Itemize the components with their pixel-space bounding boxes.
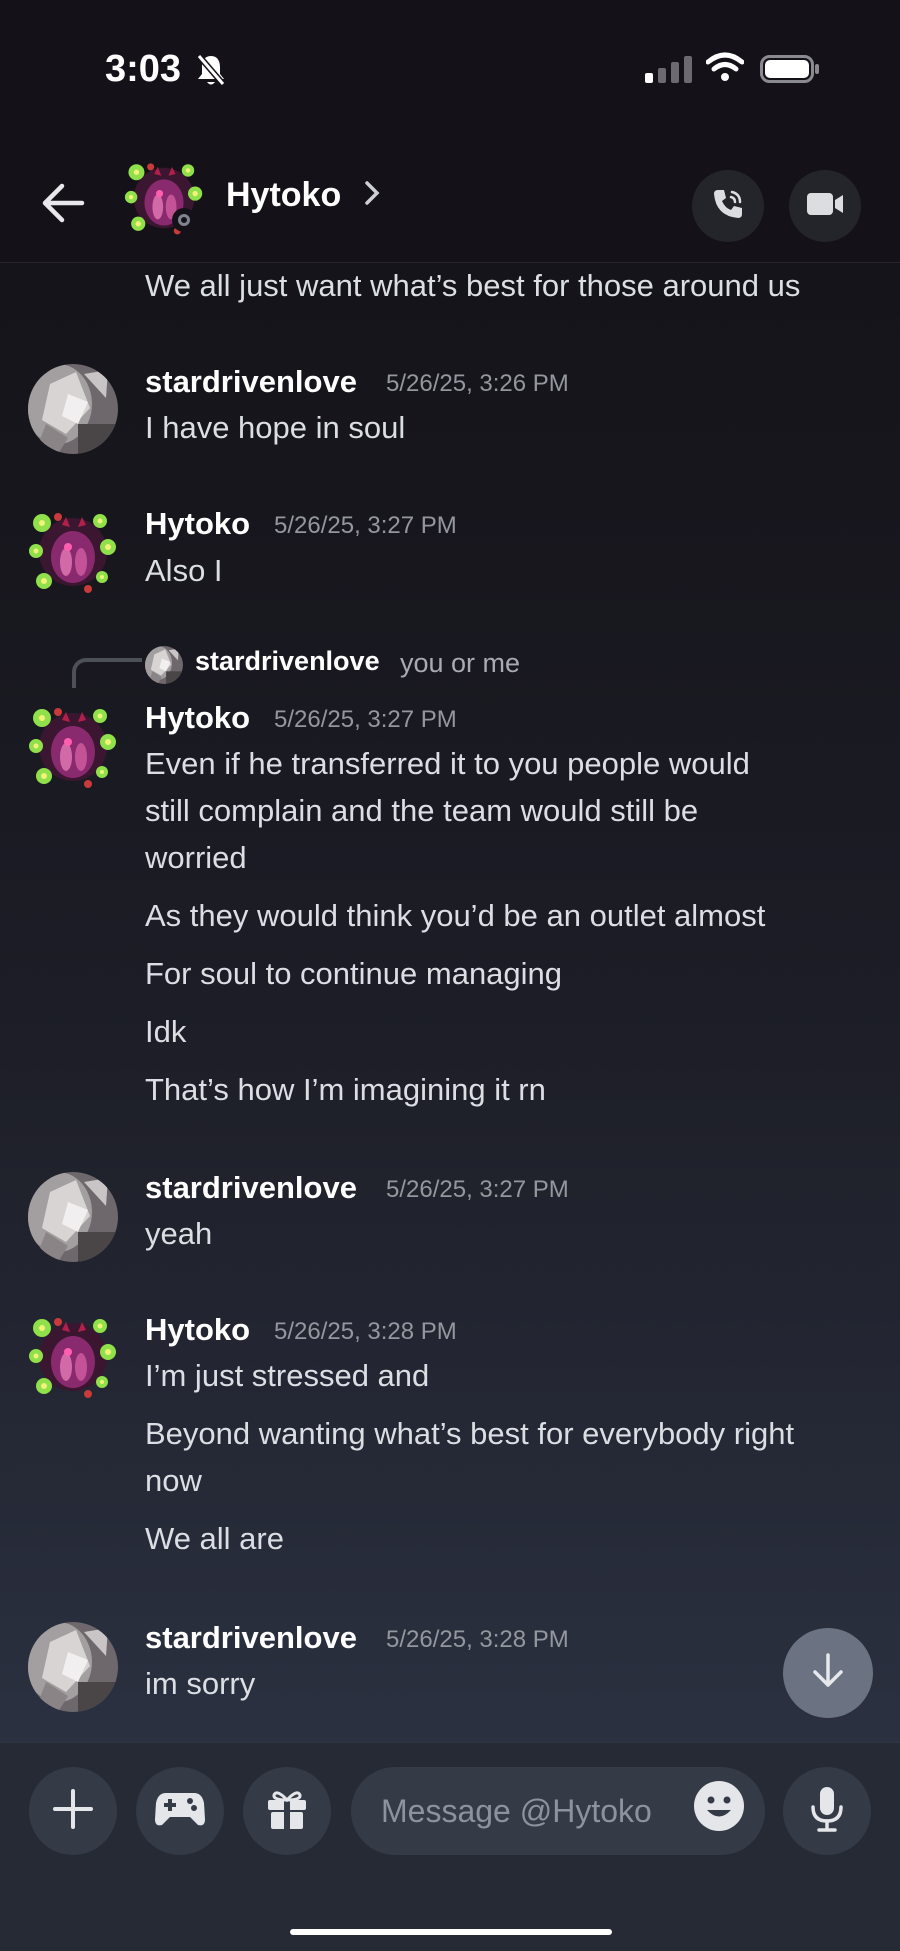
wifi-icon bbox=[705, 52, 745, 87]
message-text: im sorry bbox=[145, 1666, 256, 1701]
voice-message-button[interactable] bbox=[783, 1767, 871, 1855]
chat-header: Hytoko bbox=[0, 140, 900, 263]
message-text: Beyond wanting what’s best for everybody… bbox=[145, 1416, 795, 1451]
message-composer: Message @Hytoko bbox=[0, 1742, 900, 1951]
attach-button[interactable] bbox=[29, 1767, 117, 1855]
message-text: worried bbox=[145, 840, 247, 875]
message-author[interactable]: stardrivenlove bbox=[145, 1620, 357, 1656]
avatar[interactable] bbox=[28, 507, 118, 597]
microphone-icon bbox=[809, 1785, 845, 1838]
avatar[interactable] bbox=[28, 1312, 118, 1402]
status-bar: 3:03 bbox=[0, 0, 900, 140]
message-timestamp: 5/26/25, 3:28 PM bbox=[386, 1626, 569, 1653]
reply-author[interactable]: stardrivenlove bbox=[195, 646, 380, 677]
avatar[interactable] bbox=[28, 1172, 118, 1262]
message-timestamp: 5/26/25, 3:28 PM bbox=[274, 1318, 457, 1345]
reply-avatar bbox=[145, 646, 183, 684]
message-input-placeholder: Message @Hytoko bbox=[381, 1792, 652, 1829]
back-arrow-icon[interactable] bbox=[38, 178, 90, 228]
reply-preview[interactable]: you or me bbox=[400, 648, 520, 679]
chevron-right-icon[interactable] bbox=[364, 180, 380, 211]
header-username[interactable]: Hytoko bbox=[226, 176, 341, 215]
message-text: Also I bbox=[145, 553, 223, 588]
avatar[interactable] bbox=[28, 702, 118, 792]
message-author[interactable]: Hytoko bbox=[145, 506, 250, 542]
message-text: I’m just stressed and bbox=[145, 1358, 430, 1393]
message-author[interactable]: stardrivenlove bbox=[145, 1170, 357, 1206]
reply-connector bbox=[72, 658, 142, 688]
avatar[interactable] bbox=[28, 364, 118, 454]
message-text: For soul to continue managing bbox=[145, 956, 563, 991]
message-text: We all just want what’s best for those a… bbox=[145, 268, 801, 303]
message-list[interactable]: We all just want what’s best for those a… bbox=[0, 262, 900, 1742]
emoji-icon[interactable] bbox=[692, 1779, 746, 1833]
gift-button[interactable] bbox=[243, 1767, 331, 1855]
message-timestamp: 5/26/25, 3:26 PM bbox=[386, 370, 569, 397]
battery-icon bbox=[760, 55, 820, 88]
message-timestamp: 5/26/25, 3:27 PM bbox=[274, 512, 457, 539]
plus-icon bbox=[51, 1787, 95, 1836]
phone-call-icon bbox=[710, 186, 746, 227]
arrow-down-icon bbox=[810, 1651, 846, 1696]
signal-icon bbox=[645, 56, 692, 83]
gift-icon bbox=[265, 1787, 309, 1836]
message-text: still complain and the team would still … bbox=[145, 793, 699, 828]
message-text: yeah bbox=[145, 1216, 213, 1251]
message-author[interactable]: stardrivenlove bbox=[145, 364, 357, 400]
home-indicator[interactable] bbox=[290, 1929, 612, 1935]
message-timestamp: 5/26/25, 3:27 PM bbox=[386, 1176, 569, 1203]
bell-slash-icon bbox=[195, 52, 227, 93]
message-author[interactable]: Hytoko bbox=[145, 700, 250, 736]
avatar[interactable] bbox=[28, 1622, 118, 1712]
status-time: 3:03 bbox=[105, 48, 182, 90]
message-timestamp: 5/26/25, 3:27 PM bbox=[274, 706, 457, 733]
video-call-button[interactable] bbox=[789, 170, 861, 242]
message-text: Idk bbox=[145, 1014, 187, 1049]
message-text: That’s how I’m imagining it rn bbox=[145, 1072, 546, 1107]
message-text: Even if he transferred it to you people … bbox=[145, 746, 750, 781]
message-text: now bbox=[145, 1463, 202, 1498]
voice-call-button[interactable] bbox=[692, 170, 764, 242]
message-text: As they would think you’d be an outlet a… bbox=[145, 898, 766, 933]
message-text: I have hope in soul bbox=[145, 410, 406, 445]
message-text: We all are bbox=[145, 1521, 284, 1556]
activities-button[interactable] bbox=[136, 1767, 224, 1855]
status-indicator bbox=[172, 208, 196, 232]
video-camera-icon bbox=[805, 190, 845, 223]
jump-to-latest-button[interactable] bbox=[783, 1628, 873, 1718]
gamepad-icon bbox=[154, 1789, 206, 1834]
message-author[interactable]: Hytoko bbox=[145, 1312, 250, 1348]
